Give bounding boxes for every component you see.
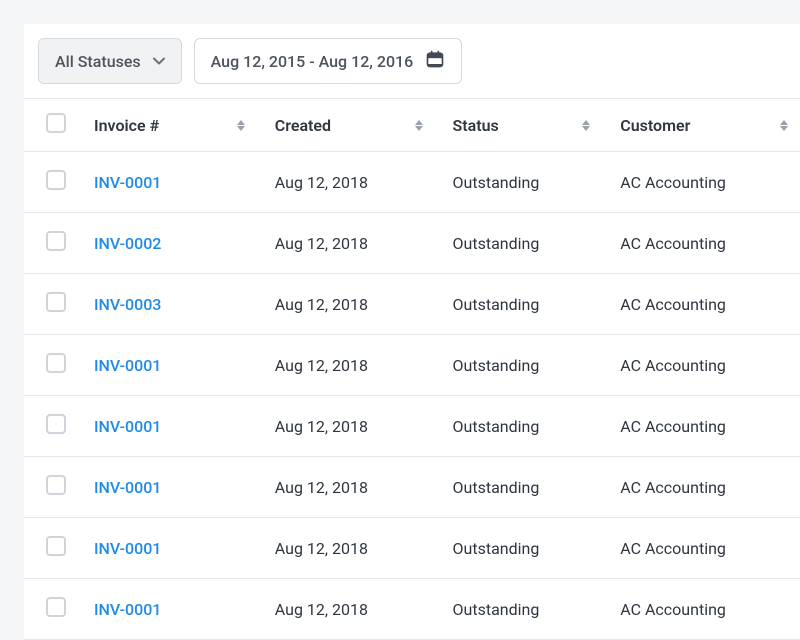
col-created[interactable]: Created: [265, 99, 443, 152]
col-status[interactable]: Status: [443, 99, 611, 152]
invoice-link[interactable]: INV-0001: [94, 417, 161, 436]
col-invoice[interactable]: Invoice #: [84, 99, 265, 152]
col-customer[interactable]: Customer: [610, 99, 800, 152]
col-created-label: Created: [275, 116, 331, 135]
table-row: INV-0001 Aug 12, 2018OutstandingAC Accoun…: [24, 152, 800, 213]
chevron-down-icon: [153, 55, 165, 67]
invoice-link[interactable]: INV-0002: [94, 234, 161, 253]
cell-customer: AC Accounting: [610, 152, 800, 213]
row-checkbox[interactable]: [46, 597, 66, 617]
date-range-filter[interactable]: Aug 12, 2015 - Aug 12, 2016: [194, 38, 463, 84]
row-checkbox[interactable]: [46, 475, 66, 495]
sort-icon: [237, 120, 245, 131]
invoice-link[interactable]: INV-0001: [94, 600, 161, 619]
row-checkbox[interactable]: [46, 353, 66, 373]
cell-created: Aug 12, 2018: [265, 213, 443, 274]
cell-created: Aug 12, 2018: [265, 274, 443, 335]
cell-customer: AC Accounting: [610, 518, 800, 579]
cell-created: Aug 12, 2018: [265, 579, 443, 640]
row-checkbox[interactable]: [46, 292, 66, 312]
row-checkbox[interactable]: [46, 170, 66, 190]
select-all-checkbox[interactable]: [46, 113, 66, 133]
calendar-icon: [425, 49, 445, 73]
table-row: INV-0001 Aug 12, 2018OutstandingAC Accoun…: [24, 396, 800, 457]
col-invoice-label: Invoice #: [94, 116, 159, 135]
invoice-link[interactable]: INV-0001: [94, 539, 161, 558]
cell-customer: AC Accounting: [610, 213, 800, 274]
cell-customer: AC Accounting: [610, 457, 800, 518]
toolbar: All Statuses Aug 12, 2015 - Aug 12, 2016: [24, 24, 800, 98]
cell-status: Outstanding: [443, 335, 611, 396]
cell-customer: AC Accounting: [610, 335, 800, 396]
cell-status: Outstanding: [443, 457, 611, 518]
table-row: INV-0001 Aug 12, 2018OutstandingAC Accoun…: [24, 518, 800, 579]
invoice-link[interactable]: INV-0001: [94, 478, 161, 497]
cell-status: Outstanding: [443, 396, 611, 457]
invoice-link[interactable]: INV-0001: [94, 173, 161, 192]
col-customer-label: Customer: [620, 116, 690, 135]
date-range-label: Aug 12, 2015 - Aug 12, 2016: [211, 52, 414, 71]
invoice-link[interactable]: INV-0001: [94, 356, 161, 375]
sort-icon: [780, 120, 788, 131]
table-row: INV-0001 Aug 12, 2018OutstandingAC Accoun…: [24, 335, 800, 396]
cell-customer: AC Accounting: [610, 579, 800, 640]
row-checkbox[interactable]: [46, 231, 66, 251]
col-status-label: Status: [453, 116, 499, 135]
cell-status: Outstanding: [443, 518, 611, 579]
cell-customer: AC Accounting: [610, 274, 800, 335]
status-filter[interactable]: All Statuses: [38, 38, 182, 84]
cell-status: Outstanding: [443, 579, 611, 640]
cell-created: Aug 12, 2018: [265, 152, 443, 213]
cell-created: Aug 12, 2018: [265, 335, 443, 396]
sort-icon: [582, 120, 590, 131]
row-checkbox[interactable]: [46, 536, 66, 556]
invoice-table: Invoice # Created Status: [24, 98, 800, 640]
table-row: INV-0002 Aug 12, 2018OutstandingAC Accoun…: [24, 213, 800, 274]
row-checkbox[interactable]: [46, 414, 66, 434]
table-row: INV-0001 Aug 12, 2018OutstandingAC Accoun…: [24, 579, 800, 640]
table-row: INV-0003 Aug 12, 2018OutstandingAC Accoun…: [24, 274, 800, 335]
invoice-link[interactable]: INV-0003: [94, 295, 161, 314]
sort-icon: [415, 120, 423, 131]
invoice-panel: All Statuses Aug 12, 2015 - Aug 12, 2016: [24, 24, 800, 640]
cell-status: Outstanding: [443, 213, 611, 274]
table-row: INV-0001 Aug 12, 2018OutstandingAC Accoun…: [24, 457, 800, 518]
cell-created: Aug 12, 2018: [265, 518, 443, 579]
cell-customer: AC Accounting: [610, 396, 800, 457]
cell-created: Aug 12, 2018: [265, 457, 443, 518]
cell-created: Aug 12, 2018: [265, 396, 443, 457]
cell-status: Outstanding: [443, 274, 611, 335]
cell-status: Outstanding: [443, 152, 611, 213]
status-filter-label: All Statuses: [55, 52, 141, 71]
